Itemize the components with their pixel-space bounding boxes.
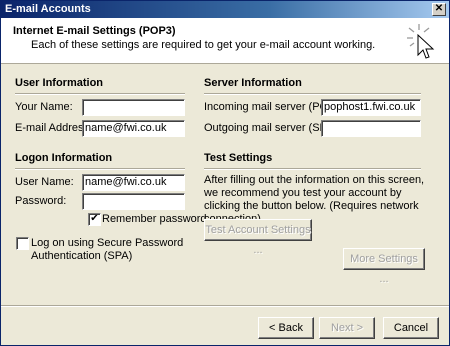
outgoing-server-field[interactable] — [321, 120, 421, 137]
checkmark-icon: ✔ — [90, 213, 99, 224]
header-title: Internet E-mail Settings (POP3) — [13, 25, 176, 37]
window-title: E-mail Accounts — [5, 3, 91, 15]
cancel-button[interactable]: Cancel — [383, 317, 439, 339]
spa-label-line1[interactable]: Log on using Secure Password — [31, 237, 183, 249]
incoming-server-field[interactable]: pophost1.fwi.co.uk — [321, 99, 421, 116]
email-accounts-window: E-mail Accounts ✕ Internet E-mail Settin… — [0, 0, 450, 346]
email-address-field[interactable]: name@fwi.co.uk — [82, 120, 185, 137]
password-label: Password: — [15, 195, 67, 207]
user-information-heading: User Information — [15, 77, 104, 89]
footer-divider — [1, 305, 449, 307]
test-account-settings-button[interactable]: Test Account Settings ... — [204, 219, 312, 256]
remember-password-checkbox[interactable]: ✔ — [88, 213, 101, 226]
logon-information-heading: Logon Information — [15, 152, 113, 164]
test-settings-divider — [204, 168, 421, 170]
close-icon: ✕ — [434, 3, 444, 14]
user-information-divider — [15, 93, 185, 95]
password-field[interactable] — [82, 193, 185, 210]
server-information-divider — [204, 93, 421, 95]
title-bar: E-mail Accounts ✕ — [1, 1, 449, 18]
more-settings-button[interactable]: More Settings ... — [343, 248, 425, 285]
back-button[interactable]: < Back — [258, 317, 314, 339]
server-information-heading: Server Information — [204, 77, 302, 89]
next-button[interactable]: Next > — [319, 317, 375, 339]
remember-password-label[interactable]: Remember password — [102, 213, 207, 225]
logon-information-divider — [15, 168, 185, 170]
close-button[interactable]: ✕ — [432, 3, 446, 16]
user-name-field[interactable]: name@fwi.co.uk — [82, 174, 185, 191]
your-name-field[interactable] — [82, 99, 185, 116]
email-address-label: E-mail Address: — [15, 122, 93, 134]
wizard-cursor-sparkle-icon — [407, 24, 435, 59]
wizard-header: Internet E-mail Settings (POP3) Each of … — [1, 18, 449, 64]
spa-label-line2[interactable]: Authentication (SPA) — [31, 250, 132, 262]
header-subtitle: Each of these settings are required to g… — [31, 39, 376, 51]
test-settings-heading: Test Settings — [204, 152, 273, 164]
your-name-label: Your Name: — [15, 101, 73, 113]
spa-checkbox[interactable] — [16, 237, 29, 250]
user-name-label: User Name: — [15, 176, 74, 188]
